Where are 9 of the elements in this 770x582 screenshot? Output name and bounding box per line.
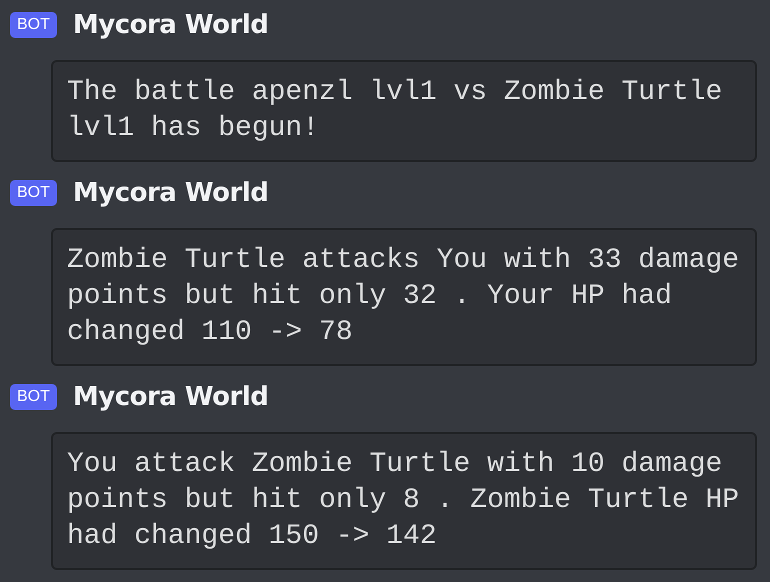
- author-name[interactable]: Mycora World: [72, 378, 268, 416]
- bot-tag: BOT: [10, 180, 57, 206]
- code-block: You attack Zombie Turtle with 10 damage points but hit only 8 . Zombie Turtle HP had changed 150 -> 142: [51, 432, 757, 570]
- bot-tag: BOT: [10, 384, 57, 410]
- code-block: Zombie Turtle attacks You with 33 damage points but hit only 32 . Your HP had changed 110 -> 78: [51, 228, 757, 366]
- code-block: The battle apenzl lvl1 vs Zombie Turtle lvl1 has begun!: [51, 60, 757, 162]
- author-name[interactable]: Mycora World: [72, 6, 268, 44]
- bot-tag: BOT: [10, 12, 57, 38]
- author-name[interactable]: Mycora World: [72, 174, 268, 212]
